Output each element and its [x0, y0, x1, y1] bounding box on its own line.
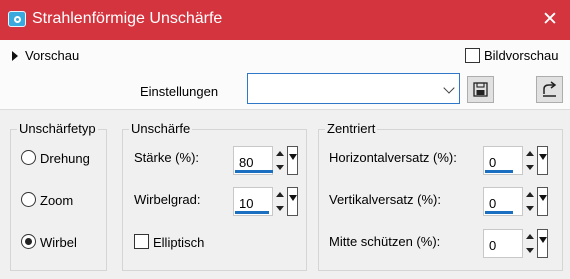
h-offset-field[interactable]: 0 [483, 146, 523, 175]
strength-field[interactable]: 80 [233, 146, 273, 175]
protect-center-field[interactable]: 0 [483, 229, 523, 258]
strength-dropdown-button[interactable] [287, 146, 298, 175]
strength-up-button[interactable] [274, 147, 286, 161]
chevron-right-icon [12, 51, 18, 61]
v-offset-spinner[interactable]: 0 [483, 187, 548, 217]
strength-label: Stärke (%): [134, 150, 200, 165]
settings-label: Einstellungen [140, 84, 219, 99]
swirl-field[interactable]: 10 [233, 187, 273, 216]
h-offset-up-button[interactable] [524, 147, 536, 161]
preview-settings-area: Vorschau Bildvorschau Einstellungen [0, 40, 570, 110]
close-button[interactable]: ✕ [530, 0, 570, 40]
protect-center-spinner[interactable]: 0 [483, 229, 548, 259]
h-offset-bar [485, 170, 513, 173]
save-preset-button[interactable] [467, 76, 494, 103]
reset-icon [543, 81, 557, 97]
strength-down-button[interactable] [274, 161, 286, 175]
swirl-up-button[interactable] [274, 188, 286, 202]
h-offset-label: Horizontalversatz (%): [329, 150, 457, 165]
v-offset-down-button[interactable] [524, 202, 536, 216]
elliptical-label: Elliptisch [153, 235, 205, 250]
protect-center-label: Mitte schützen (%): [329, 234, 441, 249]
h-offset-down-button[interactable] [524, 161, 536, 175]
swirl-dropdown-button[interactable] [287, 187, 298, 216]
image-preview-checkbox[interactable] [465, 48, 480, 63]
swirl-value: 10 [239, 196, 254, 211]
strength-bar [235, 170, 273, 173]
reset-preset-button[interactable] [536, 76, 563, 103]
v-offset-dropdown-button[interactable] [537, 187, 548, 216]
h-offset-value: 0 [489, 155, 497, 170]
protect-center-value: 0 [489, 238, 497, 253]
chevron-down-icon [443, 82, 455, 94]
blur-title: Unschärfe [129, 121, 193, 136]
radio-rotation-label: Drehung [40, 151, 90, 166]
radio-swirl-label: Wirbel [40, 235, 77, 250]
h-offset-dropdown-button[interactable] [537, 146, 548, 175]
protect-center-up-button[interactable] [524, 230, 536, 244]
swirl-bar [235, 211, 269, 214]
v-offset-up-button[interactable] [524, 188, 536, 202]
v-offset-label: Vertikalversatz (%): [329, 192, 441, 207]
blur-type-group: Unschärfetyp Drehung Zoom Wirbel [10, 121, 107, 271]
radio-selected-dot [25, 238, 32, 245]
swirl-down-button[interactable] [274, 202, 286, 216]
center-group: Zentriert Horizontalversatz (%): 0 Verti… [318, 121, 563, 271]
image-preview-label: Bildvorschau [484, 48, 559, 63]
radio-rotation[interactable] [21, 150, 36, 165]
save-icon [473, 82, 488, 97]
strength-spinner[interactable]: 80 [233, 146, 298, 176]
v-offset-field[interactable]: 0 [483, 187, 523, 216]
protect-center-down-button[interactable] [524, 244, 536, 258]
blur-group: Unschärfe Stärke (%): 80 Wirbelgrad: 10 … [122, 121, 307, 271]
title-bar: Strahlenförmige Unschärfe ✕ [0, 0, 570, 40]
h-offset-spinner[interactable]: 0 [483, 146, 548, 176]
radio-swirl[interactable] [21, 234, 36, 249]
v-offset-value: 0 [489, 196, 497, 211]
swirl-spinner[interactable]: 10 [233, 187, 298, 217]
protect-center-dropdown-button[interactable] [537, 229, 548, 258]
window-title: Strahlenförmige Unschärfe [32, 10, 223, 27]
camera-icon [8, 11, 26, 27]
radio-zoom[interactable] [21, 192, 36, 207]
swirl-label: Wirbelgrad: [134, 192, 201, 207]
center-title: Zentriert [325, 121, 378, 136]
strength-value: 80 [239, 155, 254, 170]
v-offset-bar [485, 211, 513, 214]
elliptical-checkbox[interactable] [134, 234, 149, 249]
blur-type-title: Unschärfetyp [17, 121, 98, 136]
settings-dropdown[interactable] [247, 73, 460, 104]
radio-zoom-label: Zoom [40, 193, 74, 208]
preview-label: Vorschau [25, 48, 80, 63]
